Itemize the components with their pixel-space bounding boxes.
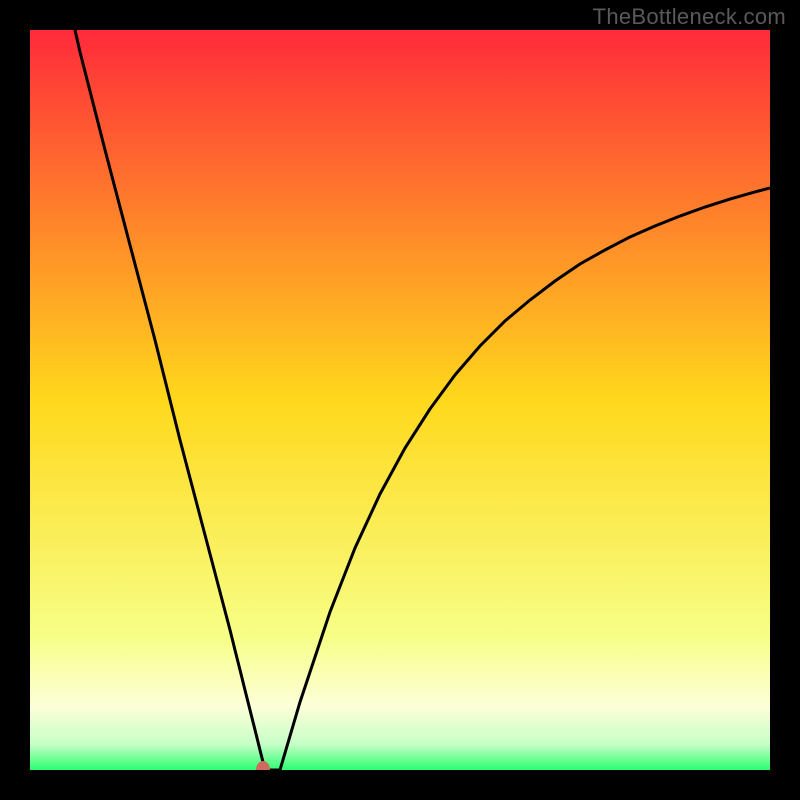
plot-area xyxy=(30,30,770,770)
chart-frame: TheBottleneck.com xyxy=(0,0,800,800)
watermark-text: TheBottleneck.com xyxy=(593,4,786,30)
bottleneck-curve xyxy=(75,30,770,770)
curve-layer xyxy=(30,30,770,770)
